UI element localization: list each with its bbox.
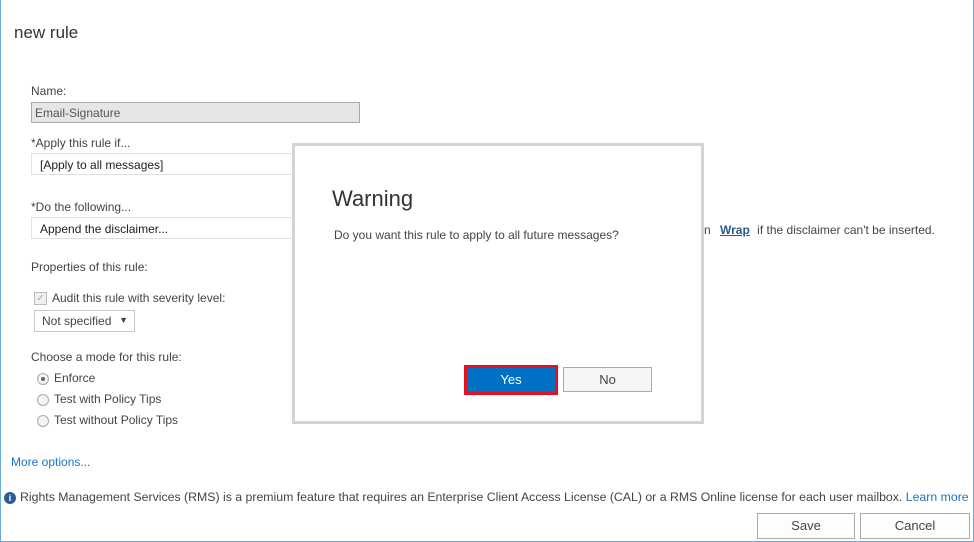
info-icon: i xyxy=(4,491,16,504)
radio-test-with-tips[interactable] xyxy=(37,393,49,406)
mode-enforce-label: Enforce xyxy=(54,371,96,385)
name-label: Name: xyxy=(31,84,67,98)
do-label: *Do the following... xyxy=(31,200,132,214)
cancel-button[interactable]: Cancel xyxy=(860,513,970,539)
radio-test-without-tips[interactable] xyxy=(37,414,49,427)
mode-test-with-tips-label: Test with Policy Tips xyxy=(54,392,162,406)
name-input[interactable]: Email-Signature xyxy=(31,102,360,123)
audit-checkbox[interactable]: ✓ xyxy=(34,292,47,306)
learn-more-link[interactable]: Learn more xyxy=(906,490,969,504)
save-button[interactable]: Save xyxy=(757,513,855,539)
audit-label: Audit this rule with severity level: xyxy=(52,291,226,305)
chevron-down-icon: ▼ xyxy=(119,315,128,325)
mode-test-with-tips[interactable]: Test with Policy Tips xyxy=(37,392,161,406)
rms-notice-text: Rights Management Services (RMS) is a pr… xyxy=(20,490,903,504)
more-options-link[interactable]: More options... xyxy=(11,455,90,469)
audit-row[interactable]: ✓ Audit this rule with severity level: xyxy=(34,291,226,306)
radio-enforce[interactable] xyxy=(37,372,49,385)
rms-notice: i Rights Management Services (RMS) is a p… xyxy=(4,490,969,504)
mode-enforce[interactable]: Enforce xyxy=(37,371,95,385)
action-field[interactable]: Append the disclaimer... xyxy=(31,217,311,239)
mode-test-without-tips[interactable]: Test without Policy Tips xyxy=(37,413,178,427)
no-button[interactable]: No xyxy=(563,367,652,392)
severity-dropdown[interactable]: Not specified ▼ xyxy=(34,310,135,332)
properties-label: Properties of this rule: xyxy=(31,260,148,274)
dialog-message: Do you want this rule to apply to all fu… xyxy=(334,228,619,242)
dialog-title: Warning xyxy=(332,186,414,211)
action-suffix: if the disclaimer can't be inserted. xyxy=(757,223,935,237)
yes-button[interactable]: Yes xyxy=(464,365,558,395)
apply-label: *Apply this rule if... xyxy=(31,136,131,150)
apply-condition-field[interactable]: [Apply to all messages] xyxy=(31,153,311,175)
warning-dialog: Warning Do you want this rule to apply t… xyxy=(292,143,704,424)
action-text-partial: n xyxy=(704,223,711,237)
mode-label: Choose a mode for this rule: xyxy=(31,350,182,364)
severity-value: Not specified xyxy=(42,314,112,328)
page-title: new rule xyxy=(14,23,79,42)
mode-test-without-tips-label: Test without Policy Tips xyxy=(54,413,179,427)
wrap-link[interactable]: Wrap xyxy=(720,223,750,237)
